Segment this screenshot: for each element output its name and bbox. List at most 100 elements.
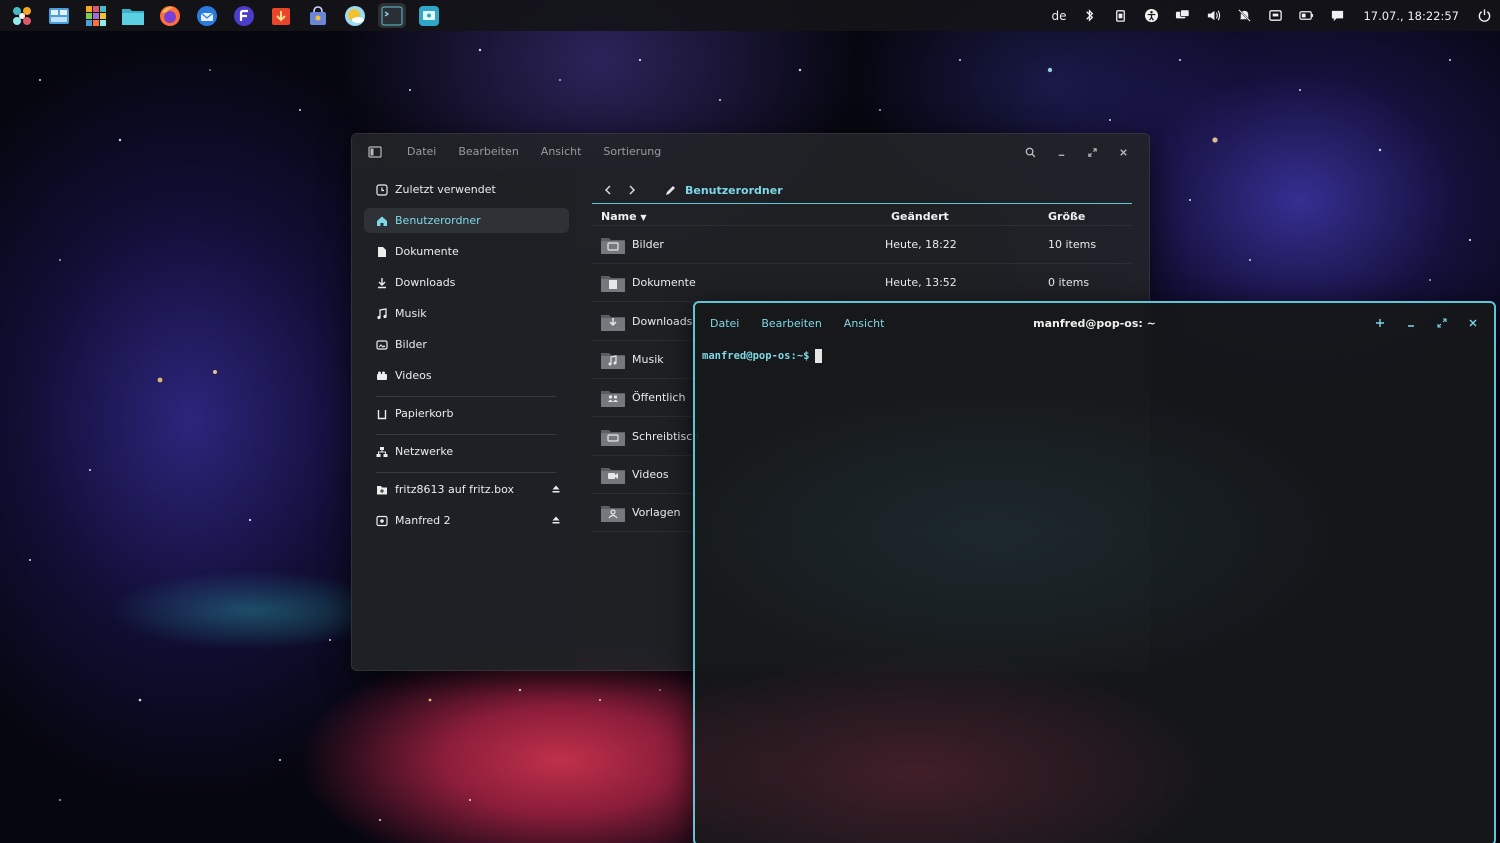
terminal-menu-bearbeiten[interactable]: Bearbeiten xyxy=(761,317,821,330)
folder-desktop-icon xyxy=(601,429,625,446)
column-name[interactable]: Name ▼ xyxy=(601,210,647,223)
breadcrumb-current[interactable]: Benutzerordner xyxy=(685,184,783,197)
sidebar-item-manfred2[interactable]: Manfred 2 xyxy=(364,508,569,533)
dock-app-grid[interactable] xyxy=(82,3,110,28)
bluetooth-indicator[interactable] xyxy=(1074,0,1105,31)
minimize-icon xyxy=(1058,154,1065,156)
minimize-icon xyxy=(1407,325,1414,327)
sidebar-item-home[interactable]: Benutzerordner xyxy=(364,208,569,233)
dock-app-fedora[interactable] xyxy=(230,3,258,28)
app-grid-icon xyxy=(86,5,106,26)
remote-desktop-icon xyxy=(419,5,439,26)
column-size[interactable]: Größe xyxy=(1048,210,1085,223)
chat-indicator[interactable] xyxy=(1322,0,1353,31)
network-icon xyxy=(376,446,388,457)
file-modified: Heute, 18:22 xyxy=(885,238,957,251)
sidebar-item-label: Netzwerke xyxy=(395,445,454,458)
menu-sortierung[interactable]: Sortierung xyxy=(603,145,661,158)
terminal-prompt-line[interactable]: manfred@pop-os:~$ xyxy=(702,349,823,363)
sidebar-item-network[interactable]: Netzwerke xyxy=(364,439,569,464)
dock-app-firefox[interactable] xyxy=(156,3,184,28)
maximize-icon xyxy=(1436,318,1447,328)
file-row-bilder[interactable]: Bilder Heute, 18:22 10 items xyxy=(592,226,1132,264)
file-manager-window-controls xyxy=(1015,143,1139,161)
sidebar-item-music[interactable]: Musik xyxy=(364,301,569,326)
terminal-menu-datei[interactable]: Datei xyxy=(710,317,739,330)
notifications-indicator[interactable] xyxy=(1229,0,1260,31)
battery-indicator[interactable] xyxy=(1291,0,1322,31)
new-tab-button[interactable] xyxy=(1364,315,1395,331)
dock xyxy=(0,3,443,28)
edit-path-icon[interactable] xyxy=(664,185,676,197)
minimize-button[interactable] xyxy=(1046,143,1077,161)
close-button[interactable] xyxy=(1108,143,1139,161)
document-icon xyxy=(378,246,386,257)
sidebar-item-label: Benutzerordner xyxy=(395,214,481,227)
clock[interactable]: 17.07., 18:22:57 xyxy=(1353,0,1469,31)
battery-icon xyxy=(1299,11,1314,20)
thunderbird-icon xyxy=(197,5,217,26)
menu-ansicht[interactable]: Ansicht xyxy=(541,145,582,158)
sidebar-separator xyxy=(376,472,556,473)
keyboard-layout-indicator[interactable]: de xyxy=(1043,0,1074,31)
video-icon xyxy=(377,371,387,380)
dock-app-software[interactable] xyxy=(304,3,332,28)
terminal-close-button[interactable] xyxy=(1457,315,1488,331)
sidebar-item-recent[interactable]: Zuletzt verwendet xyxy=(364,177,569,202)
eject-icon[interactable] xyxy=(551,484,561,494)
forward-icon[interactable] xyxy=(626,184,638,196)
recent-icon xyxy=(376,183,388,196)
volume-indicator[interactable] xyxy=(1198,0,1229,31)
menu-bearbeiten[interactable]: Bearbeiten xyxy=(458,145,518,158)
sidebar-item-downloads[interactable]: Downloads xyxy=(364,270,569,295)
display-icon xyxy=(1176,9,1190,19)
pop-launcher-icon xyxy=(13,6,31,25)
workspaces-icon xyxy=(49,7,69,24)
search-button[interactable] xyxy=(1015,143,1046,161)
dock-app-workspaces[interactable] xyxy=(45,3,73,28)
sidebar-item-label: Papierkorb xyxy=(395,407,454,420)
sidebar-item-trash[interactable]: Papierkorb xyxy=(364,401,569,426)
sidebar-item-label: Dokumente xyxy=(395,245,459,258)
dock-app-thunderbird[interactable] xyxy=(193,3,221,28)
f-letter-icon xyxy=(234,5,254,26)
sidebar-item-pictures[interactable]: Bilder xyxy=(364,332,569,357)
path-bar: Benutzerordner xyxy=(592,176,1132,204)
column-modified[interactable]: Geändert xyxy=(891,210,949,223)
home-icon xyxy=(377,216,387,226)
dock-app-downloader[interactable] xyxy=(267,3,295,28)
file-name: Schreibtisch xyxy=(632,429,700,443)
folder-music-icon xyxy=(601,352,625,369)
dock-app-remote[interactable] xyxy=(415,3,443,28)
maximize-button[interactable] xyxy=(1077,143,1108,161)
terminal-menu-ansicht[interactable]: Ansicht xyxy=(844,317,885,330)
dock-app-weather[interactable] xyxy=(341,3,369,28)
network-indicator[interactable] xyxy=(1260,0,1291,31)
dock-app-launcher[interactable] xyxy=(8,3,36,28)
clipboard-indicator[interactable] xyxy=(1105,0,1136,31)
dock-app-files[interactable] xyxy=(119,3,147,28)
sidebar-item-documents[interactable]: Dokumente xyxy=(364,239,569,264)
image-icon xyxy=(376,339,388,350)
back-icon[interactable] xyxy=(602,184,614,196)
eject-icon[interactable] xyxy=(551,515,561,525)
file-row-dokumente[interactable]: Dokumente Heute, 13:52 0 items xyxy=(592,264,1132,303)
display-indicator[interactable] xyxy=(1167,0,1198,31)
chat-bubble-icon xyxy=(1332,10,1344,22)
sidebar-toggle-icon[interactable] xyxy=(368,145,382,159)
terminal-minimize-button[interactable] xyxy=(1395,315,1426,331)
sidebar-item-fritz-share[interactable]: fritz8613 auf fritz.box xyxy=(364,477,569,502)
download-icon xyxy=(378,277,386,288)
accessibility-indicator[interactable] xyxy=(1136,0,1167,31)
bluetooth-icon xyxy=(1086,9,1094,22)
terminal-maximize-button[interactable] xyxy=(1426,315,1457,331)
plus-icon xyxy=(1375,319,1384,327)
terminal-window[interactable]: manfred@pop-os: ~ Datei Bearbeiten Ansic… xyxy=(693,301,1496,843)
sidebar-item-label: fritz8613 auf fritz.box xyxy=(395,483,515,496)
dock-app-terminal[interactable] xyxy=(378,3,406,28)
firefox-icon xyxy=(160,5,180,26)
menu-datei[interactable]: Datei xyxy=(407,145,436,158)
sidebar-item-videos[interactable]: Videos xyxy=(364,363,569,388)
network-share-icon xyxy=(377,485,387,494)
power-menu[interactable] xyxy=(1469,0,1500,31)
